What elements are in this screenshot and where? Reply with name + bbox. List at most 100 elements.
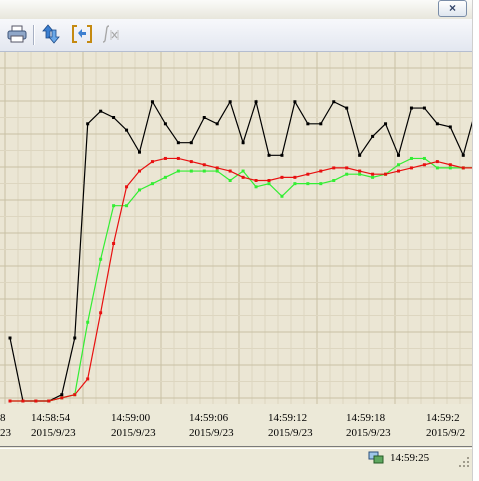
data-point-red — [163, 156, 167, 160]
data-point-green — [409, 156, 413, 160]
data-point-red — [86, 377, 90, 381]
data-point-black — [448, 125, 452, 129]
data-point-green — [280, 194, 284, 198]
data-point-green — [176, 169, 180, 173]
close-button[interactable]: × — [438, 0, 467, 17]
data-point-black — [228, 100, 232, 104]
data-point-green — [112, 204, 116, 208]
data-point-red — [422, 163, 426, 167]
data-point-green — [254, 185, 258, 189]
x-tick-date: 2015/9/23 — [111, 427, 156, 439]
data-point-red — [397, 169, 400, 173]
data-point-black — [254, 100, 258, 104]
data-point-red — [448, 163, 452, 167]
data-point-red — [409, 166, 413, 170]
data-point-red — [267, 179, 271, 182]
data-point-black — [332, 100, 336, 104]
data-point-black — [150, 100, 154, 104]
window-edge — [472, 0, 479, 481]
x-tick-time: 14:59:06 — [189, 412, 229, 424]
vertical-arrows-icon — [42, 24, 60, 44]
data-point-red — [228, 169, 232, 173]
data-point-green — [267, 182, 271, 186]
data-point-green — [448, 166, 452, 170]
data-point-red — [371, 172, 375, 176]
data-point-red — [345, 166, 349, 170]
x-tick-date: 2015/9/23 — [189, 427, 234, 439]
data-point-green — [319, 182, 323, 186]
data-point-red — [254, 179, 258, 182]
status-bar: 14:59:25 — [0, 446, 472, 481]
data-point-green — [202, 169, 206, 173]
data-point-black — [422, 106, 426, 110]
resize-grip[interactable] — [458, 456, 470, 468]
data-point-red — [99, 311, 103, 315]
data-point-black — [176, 141, 180, 145]
data-point-red — [8, 399, 12, 403]
data-point-red — [332, 166, 336, 170]
formula-button[interactable] — [100, 23, 122, 45]
data-point-black — [358, 153, 362, 157]
data-point-red — [112, 242, 116, 245]
data-point-green — [125, 204, 129, 208]
data-point-red — [319, 169, 323, 173]
data-point-red — [73, 393, 77, 397]
data-point-black — [384, 122, 388, 126]
data-point-black — [409, 106, 413, 110]
data-point-green — [332, 179, 336, 182]
window-titlebar: × — [0, 0, 479, 20]
data-point-black — [138, 150, 141, 154]
move-cursor-button[interactable] — [40, 23, 62, 45]
data-point-green — [358, 172, 362, 176]
data-point-black — [60, 393, 64, 397]
x-tick-date: 2015/9/2 — [426, 427, 466, 439]
data-point-green — [241, 169, 245, 173]
data-point-red — [215, 166, 219, 170]
data-point-black — [345, 106, 349, 110]
data-point-black — [189, 141, 193, 145]
data-point-red — [21, 399, 25, 403]
data-point-green — [306, 182, 310, 186]
data-point-green — [228, 179, 232, 182]
data-point-black — [125, 128, 129, 132]
data-point-black — [8, 336, 12, 340]
data-point-black — [461, 153, 465, 157]
line-chart — [0, 52, 472, 404]
data-point-black — [397, 153, 400, 157]
data-point-red — [435, 160, 439, 164]
x-tick-time: 8 — [0, 412, 6, 424]
toolbar — [0, 19, 472, 52]
x-tick-time: 14:59:00 — [111, 412, 151, 424]
data-point-green — [371, 175, 375, 179]
toolbar-separator — [33, 25, 35, 45]
data-point-green — [138, 188, 141, 192]
data-point-black — [73, 336, 77, 340]
data-point-green — [215, 169, 219, 173]
fit-range-button[interactable] — [71, 23, 93, 45]
data-point-red — [241, 175, 245, 179]
data-point-red — [202, 163, 206, 167]
data-point-black — [435, 122, 439, 126]
series-line-black — [9, 99, 472, 402]
status-panel: 14:59:25 — [368, 448, 468, 468]
x-tick-date: 2015/9/23 — [268, 427, 313, 439]
network-icon — [368, 451, 384, 464]
data-point-black — [319, 122, 323, 126]
data-point-black — [371, 134, 375, 138]
data-point-red — [138, 169, 141, 173]
data-point-red — [189, 160, 193, 164]
print-button[interactable] — [6, 23, 28, 45]
data-point-green — [435, 166, 439, 170]
data-point-green — [99, 257, 103, 261]
data-point-green — [397, 163, 400, 167]
data-point-green — [163, 175, 167, 179]
x-tick-date: 2015/9/23 — [31, 427, 76, 439]
x-tick-date: 23 — [0, 427, 11, 439]
data-point-red — [34, 399, 38, 403]
data-point-black — [112, 116, 116, 119]
data-point-black — [267, 153, 271, 157]
data-point-red — [461, 166, 465, 170]
data-point-black — [202, 116, 206, 119]
data-point-red — [306, 172, 310, 176]
data-point-green — [189, 169, 193, 173]
